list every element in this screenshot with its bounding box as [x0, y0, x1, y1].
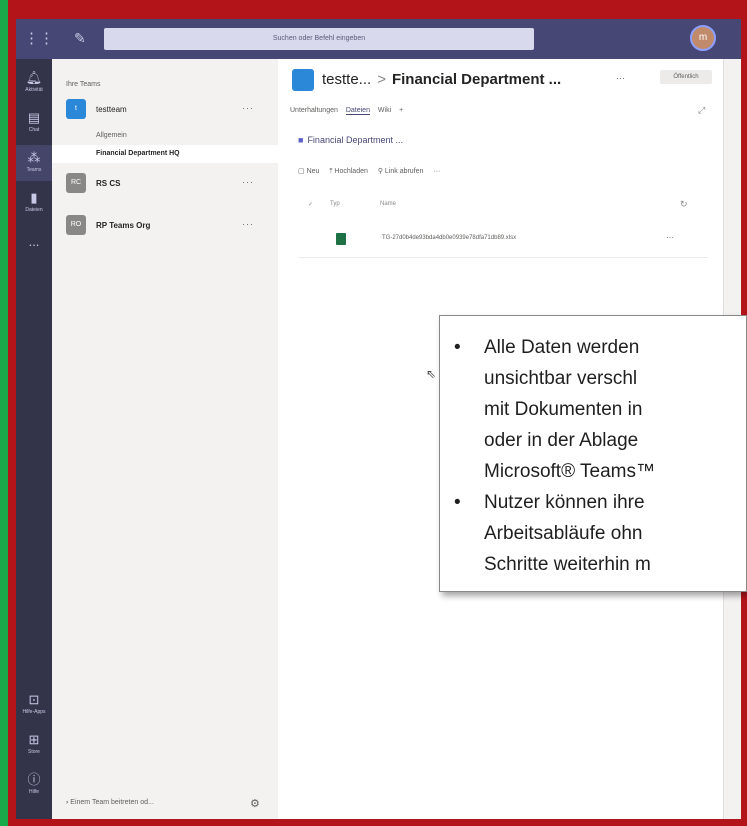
rail-help[interactable]: ⓘ Hilfe: [16, 767, 52, 803]
tab-conversations[interactable]: Unterhaltungen: [290, 107, 338, 114]
store-icon: ⊞: [28, 732, 40, 747]
channel-label: Allgemein: [96, 132, 127, 139]
team-tile-icon: [292, 69, 314, 91]
breadcrumb-separator: >: [377, 71, 386, 88]
new-button[interactable]: ▢ Neu: [298, 167, 319, 175]
files-title: ■ Financial Department ...: [298, 135, 403, 145]
more-options-icon[interactable]: ···: [242, 219, 254, 229]
team-avatar: RO: [66, 215, 86, 235]
new-label: Neu: [306, 168, 320, 175]
team-item-rscs[interactable]: RC RS CS ···: [52, 169, 278, 199]
accent-strip: [0, 0, 8, 826]
excel-file-icon: [336, 233, 346, 245]
add-tab-button[interactable]: +: [399, 107, 403, 114]
more-icon: ...: [28, 234, 40, 249]
rail-chat[interactable]: ▤ Chat: [16, 105, 52, 141]
page-title: Financial Department ...: [391, 71, 562, 88]
team-name: testteam: [96, 105, 127, 114]
rail-files[interactable]: ▮ Dateien: [16, 185, 52, 221]
team-name: RS CS: [96, 179, 121, 188]
command-bar: ▢ Neu ⤒ Hochladen ⚲ Link abrufen ···: [298, 167, 448, 176]
callout-line: mit Dokumenten in: [484, 399, 643, 420]
help-icon: ⓘ: [27, 772, 41, 787]
bell-icon: 🔔︎: [25, 70, 43, 85]
callout-line: Arbeitsabläufe ohn: [484, 523, 643, 544]
app-launcher-icon[interactable]: ⋮⋮: [24, 31, 54, 47]
rail-label: Store: [28, 749, 40, 755]
teams-icon: ⁂: [27, 150, 41, 165]
select-all-icon[interactable]: ✓: [308, 201, 313, 208]
mouse-cursor-icon: ⇖: [426, 367, 437, 381]
rail-label: Aktivität: [25, 87, 43, 93]
tab-files[interactable]: Dateien: [345, 107, 370, 115]
expand-icon[interactable]: ⤢: [698, 105, 705, 116]
more-options-icon[interactable]: ···: [242, 103, 254, 113]
team-name: RP Teams Org: [96, 221, 151, 230]
file-icon: ▮: [30, 190, 38, 205]
team-avatar: RC: [66, 173, 86, 193]
rail-label: Hilfe-Apps: [22, 709, 46, 715]
app-rail: 🔔︎ Aktivität ▤ Chat ⁂ Teams ▮ Dateien ..…: [16, 59, 52, 819]
chat-icon: ▤: [27, 110, 41, 125]
compose-icon[interactable]: ✎: [74, 30, 92, 48]
team-item-rpteams[interactable]: RO RP Teams Org ···: [52, 211, 278, 241]
upload-label: Hochladen: [334, 168, 368, 175]
channel-more-icon[interactable]: ···: [616, 73, 625, 83]
callout-line: oder in der Ablage: [484, 430, 639, 451]
rail-more[interactable]: ...: [16, 229, 52, 265]
rail-label: Teams: [26, 167, 42, 173]
channel-financial[interactable]: Financial Department HQ: [52, 145, 278, 163]
status-badge: Öffentlich: [660, 70, 712, 84]
file-more-icon[interactable]: ···: [666, 233, 674, 242]
rail-teams[interactable]: ⁂ Teams: [16, 145, 52, 181]
callout-bullet: Nutzer können ihre Arbeitsabläufe ohn Sc…: [454, 487, 746, 580]
rail-store[interactable]: ⊞ Store: [16, 727, 52, 763]
rail-apps[interactable]: ⊡ Hilfe-Apps: [16, 687, 52, 723]
team-avatar: t: [66, 99, 86, 119]
teams-heading: Ihre Teams: [66, 81, 101, 88]
channel-label: Financial Department HQ: [96, 150, 180, 157]
callout-line: unsichtbar verschl: [484, 368, 638, 389]
files-title-label: Financial Department ...: [307, 135, 403, 145]
rail-label: Chat: [28, 127, 40, 133]
sync-icon[interactable]: ↻: [680, 199, 688, 210]
callout-line: Microsoft® Teams™: [484, 461, 655, 482]
teams-logo-icon: ■: [298, 135, 304, 145]
team-item-testteam[interactable]: t testteam ···: [52, 95, 278, 125]
new-icon: ▢: [298, 168, 307, 175]
more-commands-button[interactable]: ···: [433, 168, 440, 175]
breadcrumb: testte... > Financial Department ...: [322, 71, 561, 88]
tab-wiki[interactable]: Wiki: [378, 107, 391, 114]
callout-line: Alle Daten werden: [484, 337, 640, 358]
avatar[interactable]: m: [690, 25, 716, 51]
upload-button[interactable]: ⤒ Hochladen: [329, 168, 368, 176]
column-name[interactable]: Name: [380, 201, 396, 207]
join-team-label: Einem Team beitreten od...: [70, 799, 154, 806]
join-team-link[interactable]: ⸗ Einem Team beitreten od...: [66, 799, 154, 806]
apps-icon: ⊡: [28, 692, 40, 707]
rail-activity[interactable]: 🔔︎ Aktivität: [16, 65, 52, 101]
teams-panel: Ihre Teams t testteam ··· Allgemein Fina…: [52, 59, 279, 819]
column-type[interactable]: Typ: [330, 201, 340, 207]
rail-label: Dateien: [25, 207, 43, 213]
channel-tabs: Unterhaltungen Dateien Wiki +: [290, 107, 409, 121]
gear-icon[interactable]: ⚙: [250, 797, 260, 810]
callout-line: Nutzer können ihre: [484, 492, 645, 513]
link-icon: ⚲: [377, 168, 385, 175]
get-link-button[interactable]: ⚲ Link abrufen: [378, 167, 424, 175]
callout-line: Schritte weiterhin m: [484, 554, 651, 575]
rail-label: Hilfe: [28, 789, 39, 795]
search-input[interactable]: Suchen oder Befehl eingeben: [104, 28, 534, 50]
info-callout: Alle Daten werden unsichtbar verschl mit…: [439, 315, 747, 592]
channel-general[interactable]: Allgemein: [52, 127, 278, 145]
breadcrumb-team[interactable]: testte...: [322, 71, 371, 88]
file-name[interactable]: TG-27d0b4de93bda4db0e0939e78dfa71db89.xl…: [382, 235, 516, 241]
title-bar: ⋮⋮ ✎ Suchen oder Befehl eingeben m: [16, 19, 741, 59]
callout-bullet: Alle Daten werden unsichtbar verschl mit…: [454, 332, 746, 487]
file-list-header: ✓ Typ Name ↻: [298, 199, 708, 215]
more-options-icon[interactable]: ···: [242, 177, 254, 187]
get-link-label: Link abrufen: [384, 168, 424, 175]
table-row[interactable]: TG-27d0b4de93bda4db0e0939e78dfa71db89.xl…: [298, 227, 708, 258]
